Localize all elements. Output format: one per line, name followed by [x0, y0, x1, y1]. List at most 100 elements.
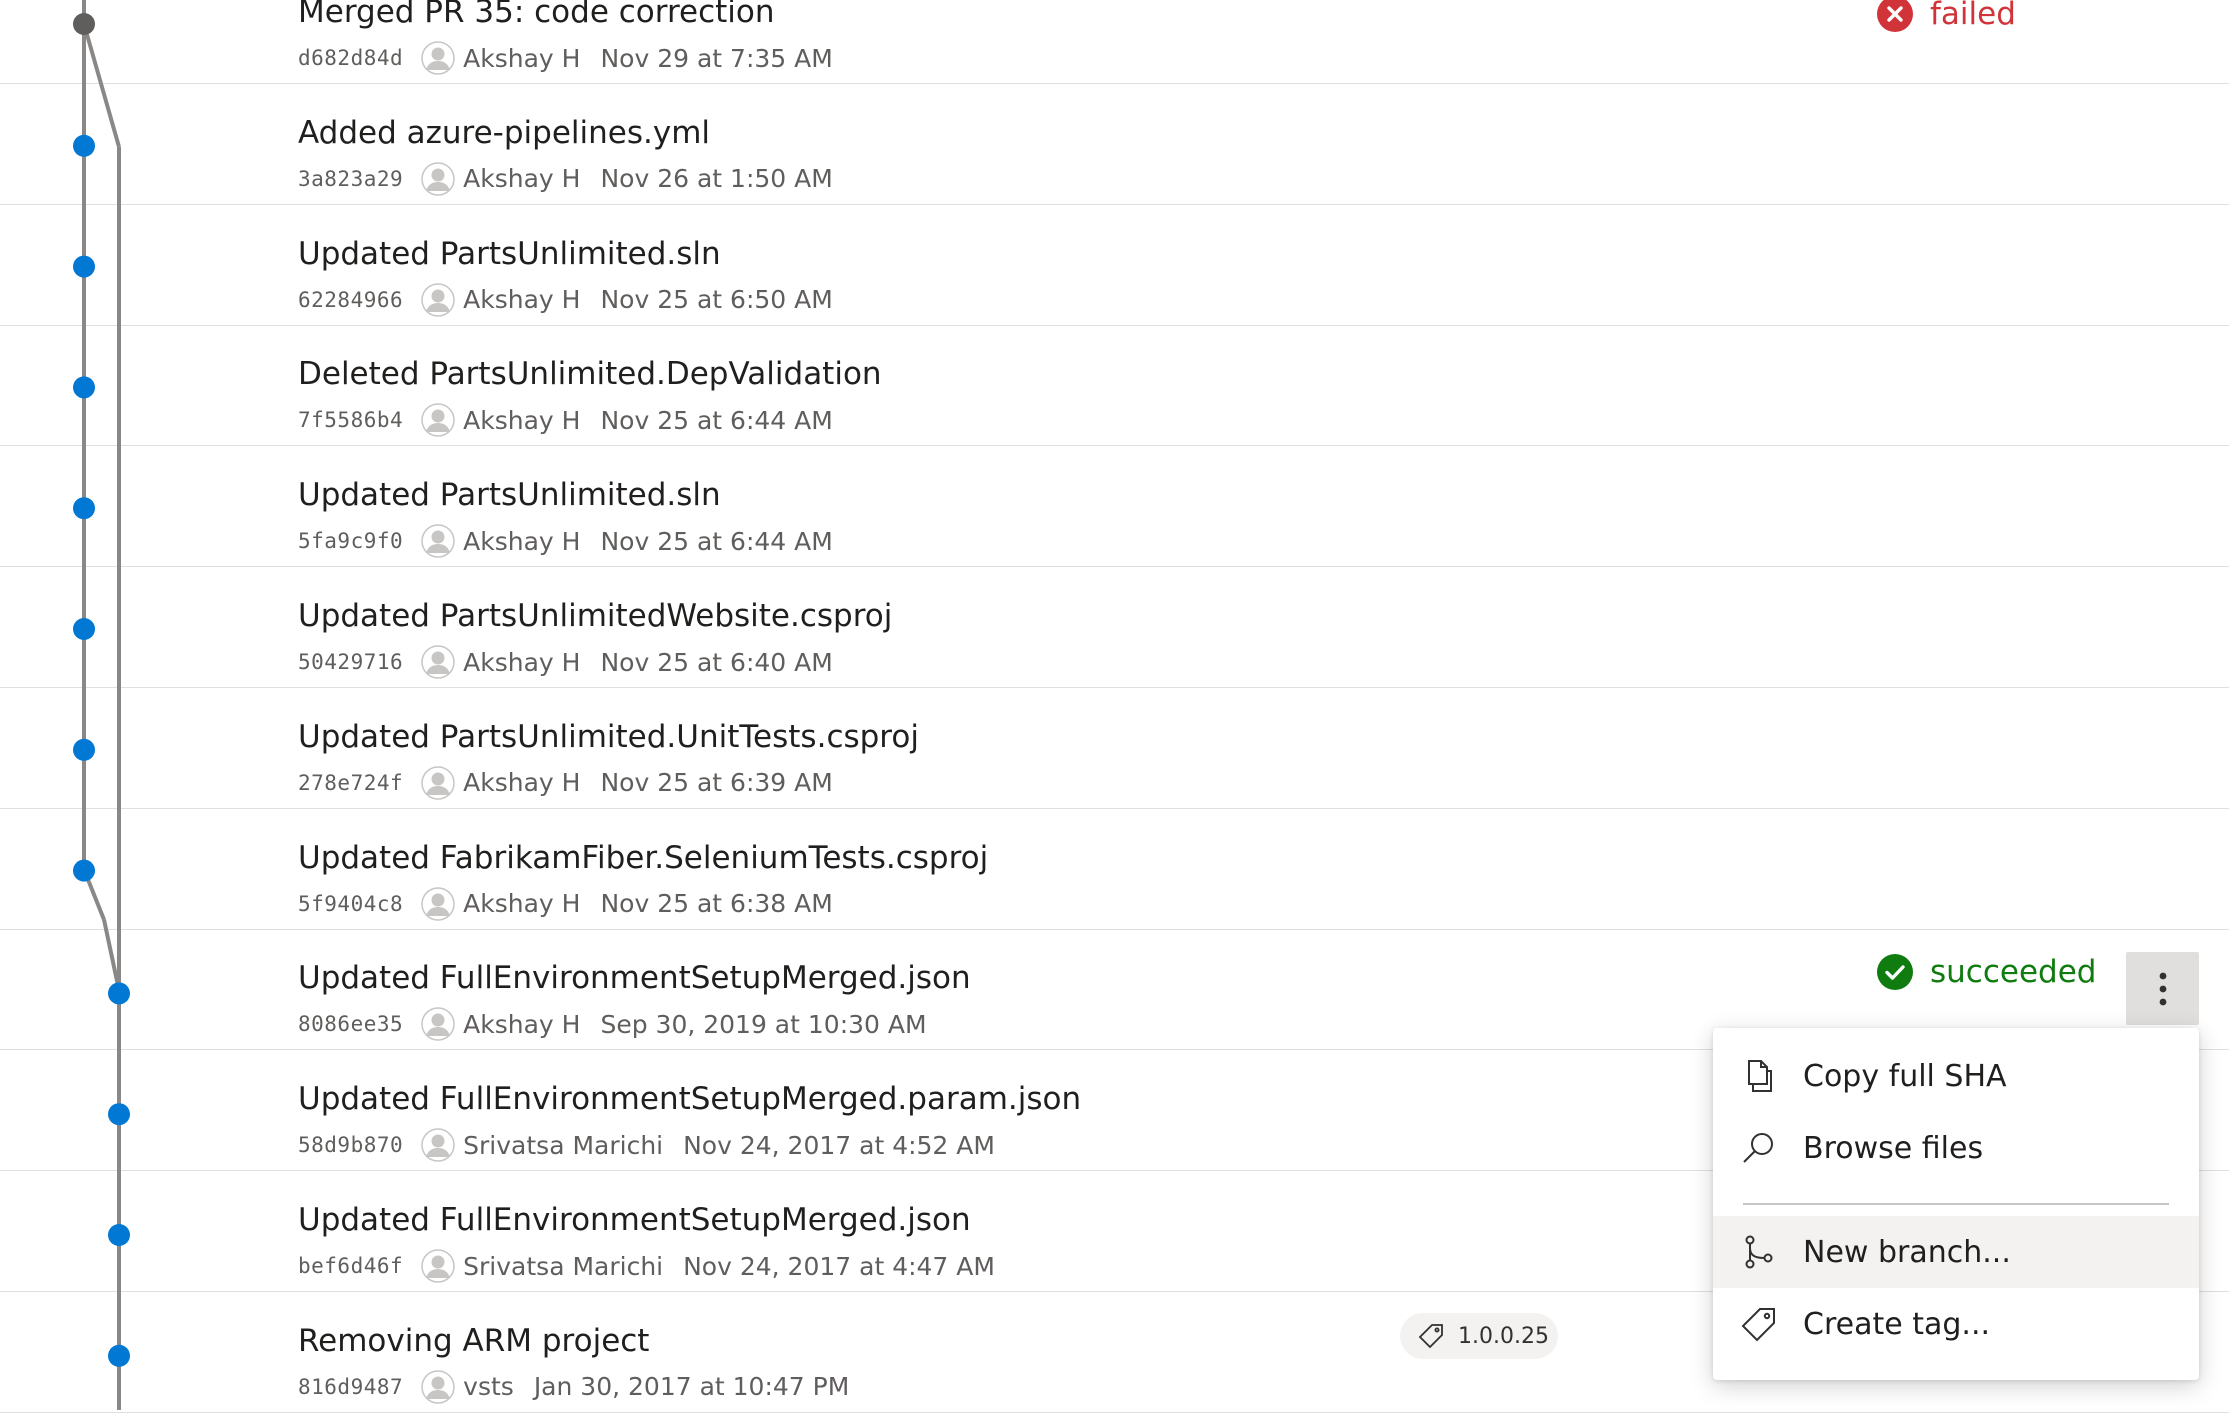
- avatar-icon: [421, 1370, 455, 1404]
- avatar-icon: [421, 41, 455, 75]
- avatar-icon: [421, 403, 455, 438]
- commit-date: Nov 25 at 6:38 AM: [600, 889, 833, 919]
- avatar-icon: [421, 282, 455, 317]
- commit-sha[interactable]: 58d9b870: [298, 1133, 403, 1157]
- commit-sha[interactable]: 278e724f: [298, 771, 403, 795]
- commit-row[interactable]: Updated PartsUnlimited.UnitTests.csproj 2…: [0, 689, 2229, 809]
- commit-meta: 5f9404c8 Akshay H Nov 25 at 6:38 AM: [298, 886, 833, 922]
- commit-meta: 3a823a29 Akshay H Nov 26 at 1:50 AM: [298, 161, 833, 197]
- commit-sha[interactable]: 5f9404c8: [298, 892, 403, 916]
- commit-meta: 62284966 Akshay H Nov 25 at 6:50 AM: [298, 282, 833, 318]
- commit-row[interactable]: Updated FabrikamFiber.SeleniumTests.cspr…: [0, 810, 2229, 930]
- menu-item-label: New branch...: [1803, 1234, 2011, 1270]
- commit-author: vsts: [463, 1372, 514, 1402]
- tag-icon: [1418, 1324, 1443, 1349]
- commit-author: Akshay H: [463, 43, 581, 73]
- avatar-icon: [421, 1249, 455, 1283]
- commit-row[interactable]: Updated PartsUnlimitedWebsite.csproj 5042…: [0, 568, 2229, 688]
- commit-sha[interactable]: 8086ee35: [298, 1012, 403, 1036]
- avatar-icon: [421, 162, 455, 196]
- menu-item-copy-sha[interactable]: Copy full SHA: [1713, 1040, 2199, 1112]
- more-vertical-icon: [2159, 972, 2166, 1005]
- commit-title[interactable]: Removing ARM project: [298, 1323, 649, 1359]
- commit-title[interactable]: Deleted PartsUnlimited.DepValidation: [298, 356, 882, 392]
- commit-author: Akshay H: [463, 285, 581, 315]
- commit-author: Srivatsa Marichi: [463, 1130, 664, 1160]
- avatar-icon: [421, 1128, 455, 1162]
- commit-row[interactable]: Updated PartsUnlimited.sln 5fa9c9f0 Akshay…: [0, 447, 2229, 568]
- commit-title[interactable]: Updated FabrikamFiber.SeleniumTests.cspr…: [298, 840, 988, 876]
- menu-item-label: Copy full SHA: [1803, 1058, 2007, 1094]
- commit-row[interactable]: Updated PartsUnlimited.sln 62284966 Akshay…: [0, 206, 2229, 326]
- commit-meta: 278e724f Akshay H Nov 25 at 6:39 AM: [298, 765, 833, 801]
- menu-item-browse-files[interactable]: Browse files: [1713, 1112, 2199, 1184]
- commit-author: Akshay H: [463, 647, 581, 677]
- menu-item-label: Browse files: [1803, 1130, 1984, 1166]
- commit-title[interactable]: Updated FullEnvironmentSetupMerged.json: [298, 1202, 971, 1238]
- commit-sha[interactable]: 816d9487: [298, 1375, 403, 1399]
- commit-sha[interactable]: d682d84d: [298, 46, 403, 70]
- commit-row[interactable]: Deleted PartsUnlimited.DepValidation 7f55…: [0, 326, 2229, 447]
- status-label: succeeded: [1930, 954, 2097, 991]
- commit-meta: 7f5586b4 Akshay H Nov 25 at 6:44 AM: [298, 402, 833, 438]
- commit-meta: 5fa9c9f0 Akshay H Nov 25 at 6:44 AM: [298, 523, 833, 559]
- avatar-icon: [421, 1007, 455, 1042]
- commit-title[interactable]: Updated PartsUnlimitedWebsite.csproj: [298, 598, 892, 634]
- error-circle-icon: [1877, 0, 1913, 32]
- commit-author: Akshay H: [463, 768, 581, 798]
- commit-meta: bef6d46f Srivatsa Marichi Nov 24, 2017 at …: [298, 1248, 995, 1284]
- more-actions-button[interactable]: [2126, 952, 2199, 1025]
- commit-row[interactable]: Added azure-pipelines.yml 3a823a29 Akshay …: [0, 85, 2229, 205]
- build-status-succeeded[interactable]: succeeded: [1876, 953, 2096, 991]
- commit-date: Jan 30, 2017 at 10:47 PM: [533, 1372, 850, 1402]
- commit-sha[interactable]: 50429716: [298, 650, 403, 674]
- commit-meta: 8086ee35 Akshay H Sep 30, 2019 at 10:30 AM: [298, 1006, 927, 1042]
- commit-date: Nov 29 at 7:35 AM: [600, 43, 833, 73]
- commit-meta: 50429716 Akshay H Nov 25 at 6:40 AM: [298, 644, 833, 680]
- avatar-icon: [421, 524, 455, 558]
- copy-icon: [1748, 1060, 1772, 1092]
- commit-title[interactable]: Updated PartsUnlimited.sln: [298, 236, 721, 272]
- commit-meta: 58d9b870 Srivatsa Marichi Nov 24, 2017 at …: [298, 1127, 995, 1163]
- branch-icon: [1745, 1235, 1773, 1269]
- commit-date: Sep 30, 2019 at 10:30 AM: [600, 1009, 927, 1039]
- commit-meta: d682d84d Akshay H Nov 29 at 7:35 AM: [298, 40, 833, 76]
- commit-title[interactable]: Added azure-pipelines.yml: [298, 115, 710, 151]
- commit-author: Akshay H: [463, 1009, 581, 1039]
- tag-label: 1.0.0.25: [1458, 1323, 1549, 1349]
- commit-author: Akshay H: [463, 889, 581, 919]
- commit-sha[interactable]: 7f5586b4: [298, 408, 403, 432]
- commit-title[interactable]: Merged PR 35: code correction: [298, 0, 775, 30]
- commit-row[interactable]: Merged PR 35: code correction d682d84d Aks…: [0, 0, 2229, 84]
- commit-author: Srivatsa Marichi: [463, 1251, 664, 1281]
- tag-chip[interactable]: 1.0.0.25: [1400, 1313, 1558, 1359]
- commit-sha[interactable]: 62284966: [298, 288, 403, 312]
- commit-date: Nov 25 at 6:44 AM: [600, 405, 833, 435]
- commit-author: Akshay H: [463, 526, 581, 556]
- commit-title[interactable]: Updated PartsUnlimited.UnitTests.csproj: [298, 719, 919, 755]
- menu-item-new-branch[interactable]: New branch...: [1713, 1216, 2199, 1288]
- commit-date: Nov 26 at 1:50 AM: [600, 164, 833, 194]
- commit-date: Nov 25 at 6:44 AM: [600, 526, 833, 556]
- commit-sha[interactable]: 5fa9c9f0: [298, 529, 403, 553]
- commit-date: Nov 25 at 6:40 AM: [600, 647, 833, 677]
- tag-icon: [1741, 1308, 1775, 1342]
- commit-author: Akshay H: [463, 164, 581, 194]
- commit-title[interactable]: Updated FullEnvironmentSetupMerged.param…: [298, 1081, 1081, 1117]
- commit-context-menu: Copy full SHA Browse files New branch...…: [1713, 1028, 2199, 1380]
- commit-title[interactable]: Updated PartsUnlimited.sln: [298, 477, 721, 513]
- commit-title[interactable]: Updated FullEnvironmentSetupMerged.json: [298, 960, 971, 996]
- avatar-icon: [421, 645, 455, 679]
- commit-author: Akshay H: [463, 405, 581, 435]
- commit-date: Nov 24, 2017 at 4:47 AM: [683, 1251, 995, 1281]
- menu-item-label: Create tag...: [1803, 1306, 1991, 1342]
- check-circle-icon: [1877, 954, 1913, 991]
- commit-sha[interactable]: 3a823a29: [298, 167, 403, 191]
- commit-sha[interactable]: bef6d46f: [298, 1254, 403, 1278]
- commit-date: Nov 25 at 6:39 AM: [600, 768, 833, 798]
- search-icon: [1743, 1133, 1773, 1163]
- commit-date: Nov 24, 2017 at 4:52 AM: [683, 1130, 995, 1160]
- avatar-icon: [421, 766, 455, 800]
- menu-item-create-tag[interactable]: Create tag...: [1713, 1288, 2199, 1360]
- build-status-failed[interactable]: failed: [1876, 0, 2016, 33]
